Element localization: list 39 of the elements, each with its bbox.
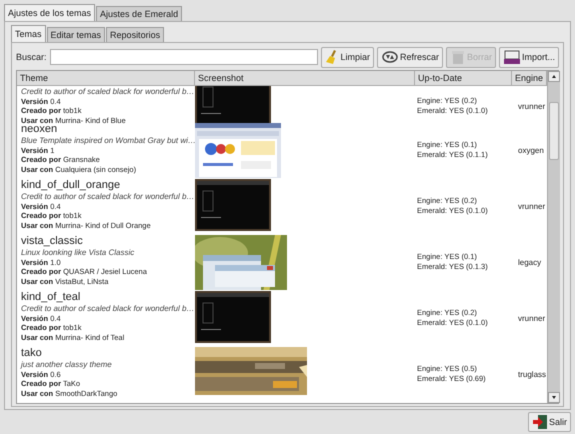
drive-icon [502,49,521,65]
column-header[interactable]: Screenshot [195,71,415,86]
scroll-thumb[interactable] [549,102,560,160]
theme-description: Credit to author of scaled black for wonderful b… [21,87,191,96]
engine-name: truglass [518,370,546,378]
exit-button[interactable]: Salir [528,412,571,432]
tab[interactable]: Repositorios [106,27,164,42]
trash-icon [450,49,466,65]
theme-name: neoxen [21,123,58,136]
scroll-up-icon[interactable] [548,71,560,82]
tab[interactable]: Editar temas [46,27,106,42]
scroll-down-icon[interactable] [548,392,560,403]
engine-name: vrunner [518,202,546,210]
theme-description: Linux loonking like Vista Classic [21,248,136,258]
column-header[interactable]: Engine [512,71,548,86]
tab[interactable]: Temas [11,25,46,42]
theme-description: just another classy theme [21,360,113,370]
search-label: Buscar: [16,52,47,62]
search-field[interactable] [50,49,318,65]
engine-name: vrunner [518,314,546,322]
engine-name: vrunner [518,102,546,110]
tab[interactable]: Ajustes de los temas [4,4,96,21]
column-header[interactable]: Theme [17,71,195,86]
column-header[interactable]: Up-to-Date [415,71,512,86]
refresh-icon [380,50,399,64]
theme-description: Credit to author of scaled black for wonderful b… [21,304,191,314]
theme-name: kind_of_teal [21,291,82,304]
theme-name: kind_of_dull_orange [21,179,122,192]
toolbar-button[interactable]: Import... [498,46,559,68]
toolbar-button[interactable]: Refrescar [376,46,443,68]
scrollbar[interactable] [547,71,560,403]
toolbar-button[interactable]: Limpiar [321,46,374,68]
theme-name: vista_classic [21,235,84,248]
exit-icon [532,414,548,430]
engine-name: oxygen [518,146,544,154]
engine-name: legacy [518,258,542,266]
theme-name: tako [21,347,43,360]
tab[interactable]: Ajustes de Emerald [96,6,182,21]
theme-description: Credit to author of scaled black for wonderful b… [21,192,191,202]
